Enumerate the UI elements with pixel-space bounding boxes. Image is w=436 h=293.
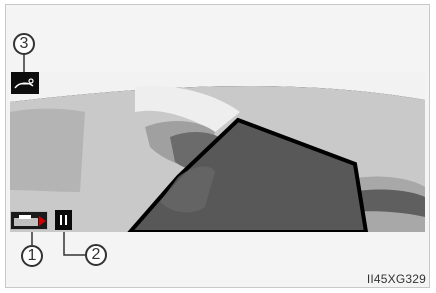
callout-2: 2: [85, 244, 107, 266]
callout-3: 3: [13, 33, 35, 55]
callout-1: 1: [21, 245, 43, 267]
figure-code: II45XG329: [366, 272, 426, 286]
callout-leaders: [23, 55, 85, 256]
